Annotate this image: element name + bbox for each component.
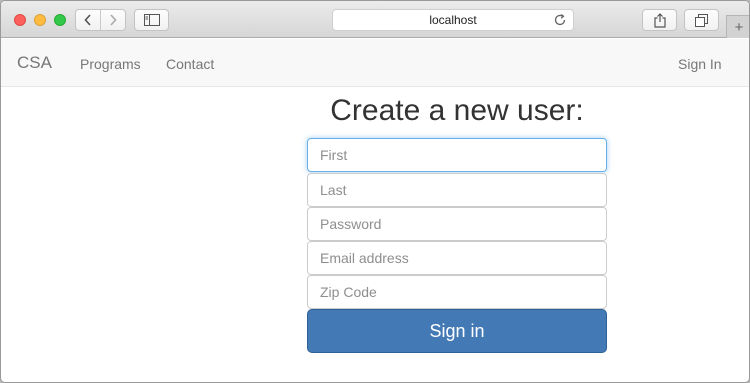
back-button[interactable] [76,10,100,30]
tabs-overview-icon [695,13,708,27]
sidebar-icon [143,14,160,26]
sign-in-submit-button[interactable]: Sign in [307,309,607,353]
nav-link-sign-in[interactable]: Sign In [678,56,722,72]
email-field[interactable] [307,241,607,275]
address-text: localhost [429,13,477,27]
share-icon [653,12,666,28]
minimize-window-button[interactable] [34,14,46,26]
chevron-right-icon [110,14,117,26]
history-nav-group [75,9,126,31]
zip-code-field[interactable] [307,275,607,309]
page-title: Create a new user: [330,94,584,127]
reload-icon[interactable] [553,13,567,27]
plus-icon: + [734,18,744,36]
chevron-left-icon [84,14,91,26]
first-name-field[interactable] [307,138,607,172]
sidebar-toggle-button[interactable] [134,9,169,31]
close-window-button[interactable] [14,14,26,26]
last-name-field[interactable] [307,173,607,207]
show-all-tabs-button[interactable] [684,9,719,31]
browser-window: localhost + CSA Programs Contact Sign In… [0,0,750,383]
address-bar[interactable]: localhost [332,9,574,31]
forward-button[interactable] [100,10,125,30]
new-tab-button[interactable]: + [726,15,749,38]
site-navbar: CSA Programs Contact Sign In [1,39,749,87]
brand-link[interactable]: CSA [17,53,52,73]
password-field[interactable] [307,207,607,241]
nav-link-contact[interactable]: Contact [166,56,214,72]
maximize-window-button[interactable] [54,14,66,26]
nav-link-programs[interactable]: Programs [80,56,141,72]
browser-toolbar: localhost + [1,1,749,38]
share-button[interactable] [642,9,677,31]
